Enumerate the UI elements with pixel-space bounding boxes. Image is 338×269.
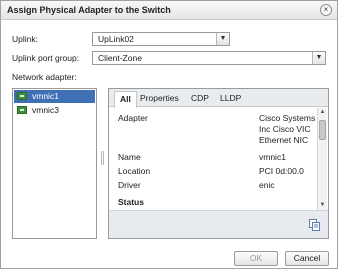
adapter-name: vmnic1 — [32, 91, 59, 101]
title-bar: Assign Physical Adapter to the Switch × — [1, 1, 337, 20]
driver-value: enic — [259, 180, 275, 190]
tab-lldp[interactable]: LLDP — [220, 93, 241, 103]
port-group-selected-value: Client-Zone — [98, 53, 142, 63]
name-key: Name — [118, 152, 141, 162]
uplink-selected-value: UpLink02 — [98, 34, 134, 44]
chevron-down-icon[interactable]: ▼ — [216, 33, 229, 45]
network-adapter-label: Network adapter: — [12, 72, 77, 82]
uplink-port-group-select[interactable]: Client-Zone ▼ — [92, 51, 326, 65]
network-adapter-icon — [17, 106, 27, 114]
tab-cdp[interactable]: CDP — [191, 93, 209, 103]
dialog-title: Assign Physical Adapter to the Switch — [7, 5, 171, 15]
adapter-name: vmnic3 — [32, 105, 59, 115]
list-item-vmnic3[interactable]: vmnic3 — [14, 104, 95, 117]
uplink-select[interactable]: UpLink02 ▼ — [92, 32, 230, 46]
details-scrollbar[interactable]: ▲ ▼ — [317, 108, 327, 210]
cancel-button[interactable]: Cancel — [285, 251, 329, 266]
tab-properties[interactable]: Properties — [140, 93, 179, 103]
scroll-thumb[interactable] — [319, 120, 326, 140]
tab-all[interactable]: All — [114, 91, 137, 108]
assign-adapter-dialog: Assign Physical Adapter to the Switch × … — [0, 0, 338, 269]
location-value: PCI 0d:00.0 — [259, 166, 304, 176]
adapter-value-line-3: Ethernet NIC — [259, 135, 309, 145]
copy-icon[interactable] — [309, 219, 320, 231]
location-key: Location — [118, 166, 151, 176]
uplink-port-group-label: Uplink port group: — [12, 53, 80, 63]
scroll-up-icon[interactable]: ▲ — [318, 108, 327, 117]
network-adapter-list: vmnic1 vmnic3 — [12, 88, 97, 239]
ok-button[interactable]: OK — [234, 251, 278, 266]
close-icon[interactable]: × — [320, 4, 332, 16]
details-footer — [109, 210, 328, 238]
pane-splitter-handle[interactable] — [101, 151, 104, 165]
adapter-key: Adapter — [118, 113, 148, 123]
driver-key: Driver — [118, 180, 141, 190]
adapter-details-panel: All Properties CDP LLDP Adapter Cisco Sy… — [108, 88, 329, 239]
name-value: vmnic1 — [259, 152, 286, 162]
chevron-down-icon[interactable]: ▼ — [312, 52, 325, 64]
adapter-value-line-2: Inc Cisco VIC — [259, 124, 311, 134]
details-tab-bar: All Properties CDP LLDP — [109, 89, 328, 108]
network-adapter-icon — [17, 92, 27, 100]
uplink-label: Uplink: — [12, 34, 38, 44]
list-item-vmnic1[interactable]: vmnic1 — [14, 90, 95, 103]
status-heading: Status — [118, 197, 144, 207]
scroll-down-icon[interactable]: ▼ — [318, 201, 327, 210]
adapter-value-line-1: Cisco Systems — [259, 113, 316, 123]
